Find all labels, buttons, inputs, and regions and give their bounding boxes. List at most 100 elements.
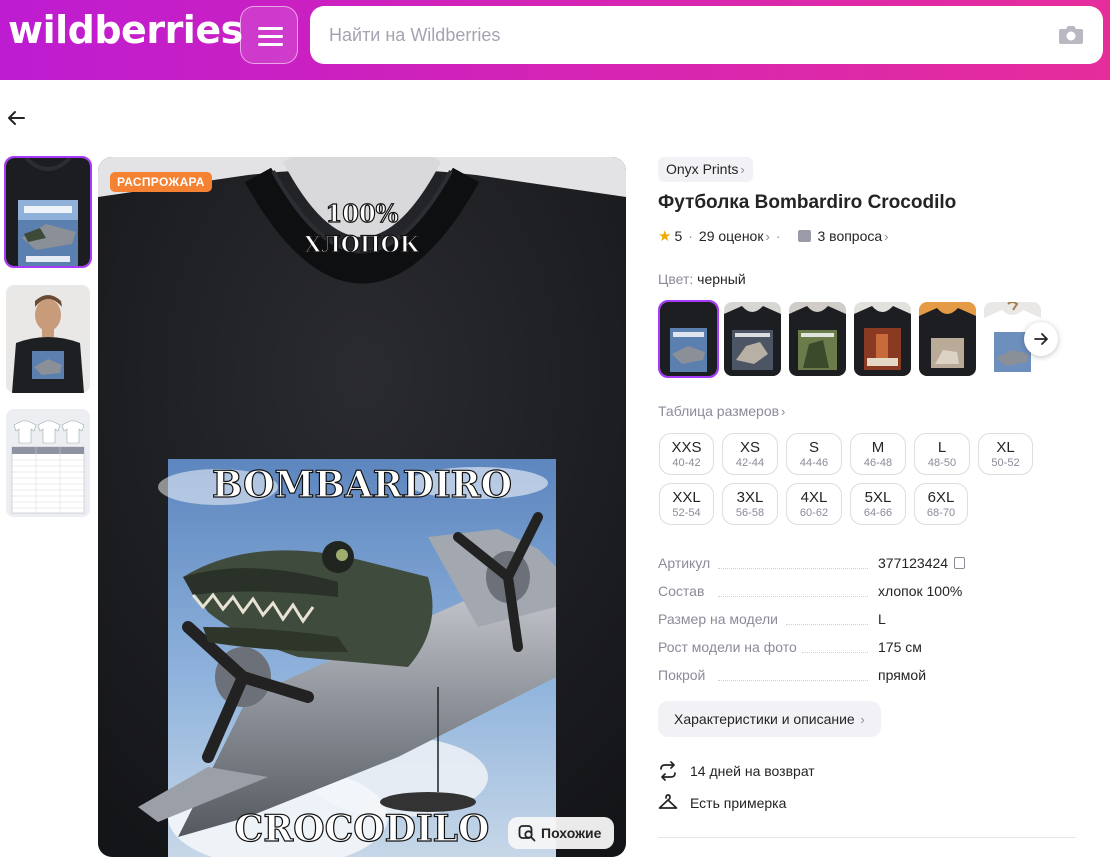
size-label: 3XL xyxy=(736,488,764,506)
burger-line xyxy=(258,27,283,30)
brand-link[interactable]: Onyx Prints › xyxy=(658,157,753,182)
size-option[interactable]: 5XL 64-66 xyxy=(850,483,906,525)
spec-value: прямой xyxy=(878,667,927,683)
reviews-link[interactable]: 29 оценок xyxy=(699,228,764,244)
spec-row-article: Артикул 377123424 xyxy=(658,555,1078,575)
color-swatch-design-4[interactable] xyxy=(854,302,911,376)
gallery-thumbnail-size-chart[interactable] xyxy=(6,409,90,517)
spec-leader xyxy=(718,568,868,569)
color-label: Цвет: черный xyxy=(658,271,746,287)
brand-name: Onyx Prints xyxy=(666,161,739,177)
size-option[interactable]: XL 50-52 xyxy=(978,433,1033,475)
print-bottom-text: ХЛОПОК xyxy=(304,232,420,258)
search-input[interactable] xyxy=(310,6,1103,64)
article-number[interactable]: 377123424 xyxy=(878,555,948,571)
spec-leader xyxy=(718,680,868,681)
copy-icon[interactable] xyxy=(954,557,966,569)
arrow-right-icon xyxy=(1034,333,1048,345)
chevron-right-icon: › xyxy=(740,162,745,177)
star-icon: ★ xyxy=(658,228,672,245)
chevron-right-icon: › xyxy=(856,712,865,727)
spec-leader xyxy=(802,652,868,653)
chevron-right-icon: › xyxy=(765,228,770,244)
chevron-right-icon: › xyxy=(781,404,786,419)
spec-value: L xyxy=(878,611,886,627)
size-option[interactable]: S 44-46 xyxy=(786,433,842,475)
color-caption: Цвет: xyxy=(658,271,694,287)
size-option[interactable]: XS 42-44 xyxy=(722,433,778,475)
size-option[interactable]: XXL 52-54 xyxy=(659,483,714,525)
characteristics-button[interactable]: Характеристики и описание › xyxy=(658,701,881,737)
size-range: 56-58 xyxy=(735,506,765,519)
size-label: XXS xyxy=(671,438,702,456)
size-label: 5XL xyxy=(864,488,892,506)
spec-leader xyxy=(786,624,868,625)
back-arrow-icon[interactable] xyxy=(4,106,28,130)
size-label: XXL xyxy=(672,488,701,506)
color-value: черный xyxy=(697,271,746,287)
color-swatch-design-5[interactable] xyxy=(919,302,976,376)
similar-search-icon xyxy=(518,825,536,842)
menu-burger-button[interactable] xyxy=(240,6,298,64)
size-label: XS xyxy=(739,438,760,456)
size-range: 40-42 xyxy=(672,456,701,469)
chevron-right-icon: › xyxy=(884,228,889,244)
gallery-thumbnail-model[interactable] xyxy=(6,285,90,393)
separator-dot: · xyxy=(688,228,693,244)
size-option[interactable]: 4XL 60-62 xyxy=(786,483,842,525)
size-option[interactable]: XXS 40-42 xyxy=(659,433,714,475)
size-range: 68-70 xyxy=(926,506,956,519)
spec-value: хлопок 100% xyxy=(878,583,963,599)
size-range: 44-46 xyxy=(799,456,829,469)
size-label: S xyxy=(808,438,819,456)
return-label: 14 дней на возврат xyxy=(690,763,815,779)
gallery-thumbnail-front[interactable] xyxy=(4,156,92,268)
similar-label: Похожие xyxy=(541,825,602,841)
swatches-next-button[interactable] xyxy=(1024,322,1058,356)
wildberries-logo[interactable]: wildberries xyxy=(8,8,243,52)
color-swatch-design-3[interactable] xyxy=(789,302,846,376)
rating-row: ★ 5 · 29 оценок › · 3 вопроса › xyxy=(658,226,889,246)
size-range: 42-44 xyxy=(735,456,765,469)
size-label: M xyxy=(871,438,885,456)
size-range: 64-66 xyxy=(863,506,893,519)
size-option[interactable]: L 48-50 xyxy=(914,433,970,475)
fitting-available: Есть примерка xyxy=(658,792,786,814)
section-divider xyxy=(658,837,1076,838)
size-range: 46-48 xyxy=(863,456,893,469)
hanger-icon xyxy=(658,794,678,809)
spec-value: 377123424 xyxy=(878,555,966,571)
burger-line xyxy=(258,43,283,46)
size-label: 6XL xyxy=(927,488,955,506)
size-label: 4XL xyxy=(800,488,828,506)
separator-dot: · xyxy=(775,228,781,244)
camera-search-icon[interactable] xyxy=(1057,22,1085,48)
graphic-title-text: BOMBARDIRO xyxy=(212,464,512,506)
main-product-image[interactable]: 100% ХЛОПОК BOMBARDIRO CROCODILO xyxy=(98,157,626,857)
color-swatch-design-2[interactable] xyxy=(724,302,781,376)
size-option[interactable]: 3XL 56-58 xyxy=(722,483,778,525)
return-policy: 14 дней на возврат xyxy=(658,760,815,782)
spec-value: 175 см xyxy=(878,639,922,655)
color-swatch-bombardiro[interactable] xyxy=(658,300,719,378)
questions-link[interactable]: 3 вопроса xyxy=(817,228,882,244)
size-option[interactable]: M 46-48 xyxy=(850,433,906,475)
size-label: XL xyxy=(996,438,1015,456)
size-option[interactable]: 6XL 68-70 xyxy=(914,483,968,525)
fitting-label: Есть примерка xyxy=(690,795,787,811)
similar-products-button[interactable]: Похожие xyxy=(508,817,614,849)
size-label: L xyxy=(937,438,947,456)
top-header: wildberries xyxy=(0,0,1110,80)
spec-row-model-height: Рост модели на фото 175 см xyxy=(658,639,1078,659)
characteristics-label: Характеристики и описание xyxy=(674,711,855,727)
spec-row-fit: Покрой прямой xyxy=(658,667,1078,687)
sale-badge: РАСПРОЖАРА xyxy=(110,172,212,192)
size-table-link[interactable]: Таблица размеров › xyxy=(658,403,785,419)
print-top-text: 100% xyxy=(326,199,399,228)
rating-value: 5 xyxy=(674,228,683,244)
spec-key: Артикул xyxy=(658,555,711,571)
burger-line xyxy=(258,35,283,38)
spec-row-model-size: Размер на модели L xyxy=(658,611,1078,631)
size-range: 48-50 xyxy=(927,456,957,469)
spec-key: Покрой xyxy=(658,667,706,683)
